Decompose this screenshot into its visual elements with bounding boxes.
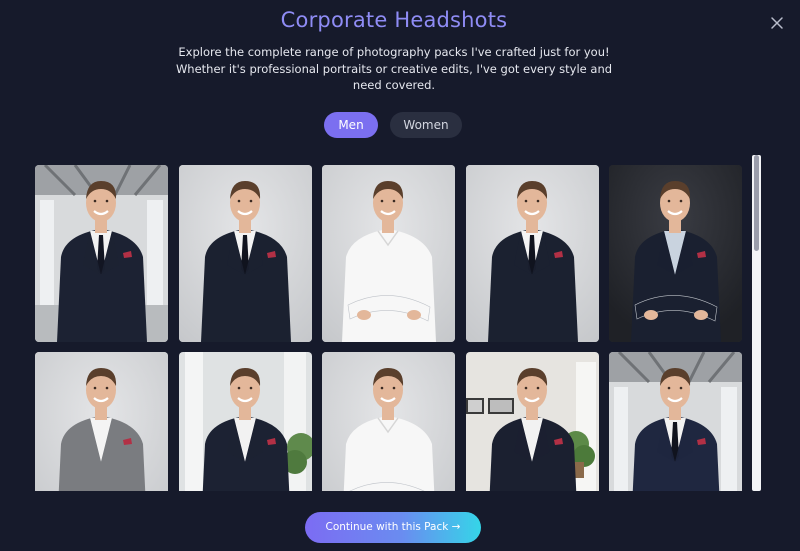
scrollbar-thumb[interactable] xyxy=(754,155,759,251)
tab-women[interactable]: Women xyxy=(390,112,462,138)
photo-card[interactable] xyxy=(322,352,455,491)
headshot-image xyxy=(178,165,312,342)
headshot-image xyxy=(178,352,312,491)
close-icon[interactable] xyxy=(766,12,788,34)
headshot-image xyxy=(609,165,742,342)
modal-subtitle: Explore the complete range of photograph… xyxy=(175,45,613,92)
gallery-scrollbar[interactable] xyxy=(752,155,761,491)
headshot-image xyxy=(465,165,599,342)
photo-card[interactable] xyxy=(35,352,168,491)
continue-button[interactable]: Continue with this Pack → xyxy=(305,512,481,543)
photo-gallery xyxy=(35,162,747,491)
gender-tabs: Men Women xyxy=(324,112,462,138)
headshot-image xyxy=(609,352,742,491)
photo-card[interactable] xyxy=(609,165,742,342)
photo-card[interactable] xyxy=(465,352,599,491)
photo-card[interactable] xyxy=(178,352,312,491)
headshot-image xyxy=(465,352,599,491)
headshot-image xyxy=(322,165,455,342)
pack-modal: Corporate Headshots Explore the complete… xyxy=(0,0,800,551)
photo-card[interactable] xyxy=(178,165,312,342)
headshot-image xyxy=(35,352,168,491)
photo-card[interactable] xyxy=(322,165,455,342)
headshot-image xyxy=(322,352,455,491)
headshot-image xyxy=(35,165,168,342)
photo-card[interactable] xyxy=(465,165,599,342)
photo-card[interactable] xyxy=(609,352,742,491)
photo-card[interactable] xyxy=(35,165,168,342)
tab-men[interactable]: Men xyxy=(324,112,378,138)
modal-title: Corporate Headshots xyxy=(280,8,508,32)
